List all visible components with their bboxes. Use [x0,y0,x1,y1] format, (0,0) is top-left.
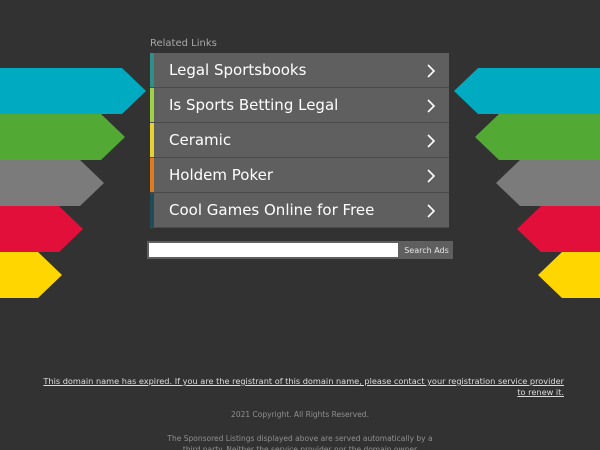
related-link-label: Holdem Poker [169,166,273,184]
related-link-label: Cool Games Online for Free [169,201,375,219]
search-ads-button[interactable]: Search Ads [400,241,453,259]
related-links-title: Related Links [150,38,217,49]
right-arrow-red [517,206,600,252]
chevron-right-icon [427,134,436,148]
chevron-right-icon [427,204,436,218]
related-link-holdem-poker[interactable]: Holdem Poker [150,158,449,193]
related-link-legal-sportsbooks[interactable]: Legal Sportsbooks [150,53,449,88]
link-accent-bar [150,158,154,192]
related-link-label: Legal Sportsbooks [169,61,307,79]
left-arrow-cyan [0,68,146,114]
chevron-right-icon [427,64,436,78]
right-arrow-cyan [454,68,600,114]
link-accent-bar [150,88,154,122]
right-arrow-yellow [538,252,600,298]
renew-link[interactable]: to renew it. [517,387,564,397]
disclaimer-text: The Sponsored Listings displayed above a… [167,434,433,450]
search-bar: Search Ads [147,241,453,259]
left-arrow-yellow [0,252,62,298]
related-link-label: Is Sports Betting Legal [169,96,339,114]
domain-expired-link[interactable]: This domain name has expired. If you are… [43,376,564,386]
chevron-right-icon [427,99,436,113]
related-link-cool-games-online[interactable]: Cool Games Online for Free [150,193,449,228]
domain-expired-notice: This domain name has expired. If you are… [30,376,564,398]
left-arrow-red [0,206,83,252]
link-accent-bar [150,193,154,227]
related-links-list: Legal Sportsbooks Is Sports Betting Lega… [150,53,449,228]
related-link-label: Ceramic [169,131,232,149]
left-arrow-green [0,114,125,160]
search-input[interactable] [149,243,398,257]
related-link-is-sports-betting-legal[interactable]: Is Sports Betting Legal [150,88,449,123]
link-accent-bar [150,53,154,87]
right-arrow-gray [496,160,600,206]
link-accent-bar [150,123,154,157]
chevron-right-icon [427,169,436,183]
copyright-text: 2021 Copyright. All Rights Reserved. [231,410,369,419]
left-arrow-gray [0,160,104,206]
right-arrow-green [475,114,600,160]
related-link-ceramic[interactable]: Ceramic [150,123,449,158]
